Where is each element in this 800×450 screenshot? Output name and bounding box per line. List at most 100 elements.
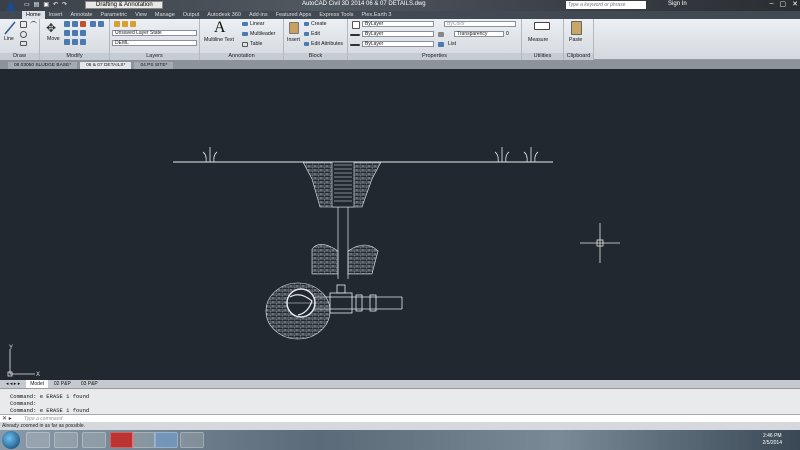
mirror-icon[interactable] bbox=[72, 30, 78, 36]
doc-tab-sludge-base[interactable]: 08 03050 SLUDGE BASE* bbox=[8, 62, 78, 69]
multiline-text-button[interactable]: Multiline Text bbox=[204, 37, 234, 43]
save-icon[interactable]: ▣ bbox=[43, 1, 49, 8]
email-icon[interactable] bbox=[132, 432, 156, 448]
layer-freeze-icon[interactable] bbox=[122, 21, 128, 27]
tab-express-tools[interactable]: Express Tools bbox=[315, 11, 357, 19]
scale-icon[interactable] bbox=[72, 39, 78, 45]
tab-insert[interactable]: Insert bbox=[45, 11, 67, 19]
utilities-panel-title[interactable]: Utilities bbox=[522, 53, 563, 60]
open-icon[interactable]: ▤ bbox=[34, 1, 40, 8]
tab-parametric[interactable]: Parametric bbox=[96, 11, 131, 19]
explorer-icon[interactable] bbox=[54, 432, 78, 448]
properties-panel-title[interactable]: Properties bbox=[348, 53, 521, 60]
explode-icon[interactable] bbox=[90, 21, 96, 27]
insert-block-icon[interactable] bbox=[289, 22, 299, 34]
array-icon[interactable] bbox=[80, 39, 86, 45]
create-block-icon[interactable] bbox=[304, 22, 309, 26]
multileader-button[interactable]: Multileader bbox=[250, 31, 275, 37]
layer-state-dropdown[interactable]: Unsaved Layer State bbox=[112, 30, 197, 36]
sign-in-link[interactable]: Sign In bbox=[668, 1, 687, 7]
multileader-icon[interactable] bbox=[242, 32, 248, 36]
command-input-bar[interactable]: ✕ ▸ Type a command bbox=[0, 414, 800, 422]
start-button-icon[interactable] bbox=[2, 431, 20, 449]
tab-model[interactable]: Model bbox=[26, 380, 48, 388]
system-clock[interactable]: 2:46 PM 2/5/2014 bbox=[763, 433, 782, 447]
layout-nav-icons[interactable]: ◂ ◂ ▸ ▸ bbox=[2, 380, 24, 388]
edit-attributes-icon[interactable] bbox=[304, 42, 309, 46]
tab-annotate[interactable]: Annotate bbox=[66, 11, 96, 19]
draw-panel-title[interactable]: Draw bbox=[0, 53, 39, 60]
tab-view[interactable]: View bbox=[131, 11, 151, 19]
layers-panel-title[interactable]: Layers bbox=[110, 53, 199, 60]
copy-icon[interactable] bbox=[64, 30, 70, 36]
offset-icon[interactable] bbox=[98, 21, 104, 27]
lineweight-dropdown[interactable]: ByLayer bbox=[362, 41, 434, 47]
tab-output[interactable]: Output bbox=[179, 11, 204, 19]
move-icon[interactable]: ✥ bbox=[46, 22, 58, 34]
measure-button[interactable]: Measure bbox=[528, 37, 548, 43]
doc-tab-ps-site[interactable]: 04 PS SITE* bbox=[134, 62, 174, 69]
linetype-dropdown[interactable]: ByLayer bbox=[362, 31, 434, 37]
polyline-icon[interactable] bbox=[20, 21, 27, 28]
table-button[interactable]: Table bbox=[250, 41, 262, 47]
measure-icon[interactable] bbox=[534, 22, 550, 30]
linear-button[interactable]: Linear bbox=[250, 21, 264, 27]
media-player-icon[interactable] bbox=[82, 432, 106, 448]
doc-tab-details[interactable]: 06 & 07 DETAILS* bbox=[80, 62, 132, 69]
workspace-dropdown[interactable]: Drafting & Annotation bbox=[85, 1, 163, 9]
minimize-icon[interactable]: – bbox=[770, 0, 774, 8]
move-button[interactable]: Move bbox=[47, 36, 60, 42]
tab-manage[interactable]: Manage bbox=[151, 11, 179, 19]
close-icon[interactable]: ✕ bbox=[792, 0, 798, 8]
transparency-field[interactable]: Transparency bbox=[454, 31, 504, 37]
line-button[interactable]: Line bbox=[4, 36, 14, 42]
annotation-panel-title[interactable]: Annotation bbox=[200, 53, 283, 60]
fillet-icon[interactable] bbox=[80, 30, 86, 36]
autocad-task-icon[interactable] bbox=[154, 432, 178, 448]
layer-lock-icon[interactable] bbox=[130, 21, 136, 27]
maximize-icon[interactable]: ▢ bbox=[780, 0, 787, 8]
paste-button[interactable]: Paste bbox=[569, 37, 582, 43]
rectangle-icon[interactable] bbox=[20, 41, 27, 46]
window-task-icon[interactable] bbox=[180, 432, 204, 448]
close-command-icon[interactable]: ✕ ▸ bbox=[2, 415, 12, 422]
erase-icon[interactable] bbox=[80, 21, 86, 27]
drawing-svg[interactable]: Y X bbox=[0, 69, 800, 380]
circle-icon[interactable] bbox=[20, 31, 27, 38]
tab-03-pp[interactable]: 03 P&P bbox=[77, 380, 102, 388]
line-icon[interactable] bbox=[4, 21, 16, 35]
linear-dimension-icon[interactable] bbox=[242, 22, 248, 26]
table-icon[interactable] bbox=[242, 42, 248, 47]
tab-add-ins[interactable]: Add-ins bbox=[245, 11, 272, 19]
tab-plex-earth[interactable]: Plex.Earth 3 bbox=[358, 11, 396, 19]
text-icon[interactable]: A bbox=[214, 19, 226, 37]
search-input[interactable]: Type a keyword or phrase bbox=[566, 1, 646, 9]
drawing-canvas[interactable]: Y X bbox=[0, 69, 800, 380]
paste-icon[interactable] bbox=[571, 21, 582, 35]
create-button[interactable]: Create bbox=[311, 21, 327, 27]
tab-home[interactable]: Home bbox=[22, 11, 45, 19]
edit-attributes-button[interactable]: Edit Attributes bbox=[311, 41, 343, 47]
edit-block-icon[interactable] bbox=[304, 32, 309, 36]
redo-icon[interactable]: ↷ bbox=[62, 1, 67, 8]
current-layer-dropdown[interactable]: DEML bbox=[112, 40, 197, 46]
undo-icon[interactable]: ↶ bbox=[53, 1, 58, 8]
insert-button[interactable]: Insert bbox=[287, 37, 300, 43]
modify-panel-title[interactable]: Modify bbox=[40, 53, 109, 60]
tab-02-pp[interactable]: 02 P&P bbox=[50, 380, 75, 388]
arc-icon[interactable] bbox=[30, 21, 37, 28]
layer-properties-icon[interactable] bbox=[114, 21, 120, 27]
color-swatch-icon[interactable] bbox=[352, 21, 360, 29]
clipboard-panel-title[interactable]: Clipboard bbox=[564, 53, 593, 60]
stretch-icon[interactable] bbox=[64, 39, 70, 45]
edit-button[interactable]: Edit bbox=[311, 31, 320, 37]
list-button[interactable]: List bbox=[448, 41, 456, 47]
plot-style-dropdown[interactable]: ByColor bbox=[444, 21, 516, 27]
ie-icon[interactable] bbox=[26, 432, 50, 448]
trim-icon[interactable] bbox=[72, 21, 78, 27]
new-icon[interactable]: ▭ bbox=[24, 1, 30, 8]
rotate-icon[interactable] bbox=[64, 21, 70, 27]
filezilla-icon[interactable] bbox=[110, 432, 134, 448]
block-panel-title[interactable]: Block bbox=[284, 53, 347, 60]
color-dropdown[interactable]: ByLayer bbox=[362, 21, 434, 27]
